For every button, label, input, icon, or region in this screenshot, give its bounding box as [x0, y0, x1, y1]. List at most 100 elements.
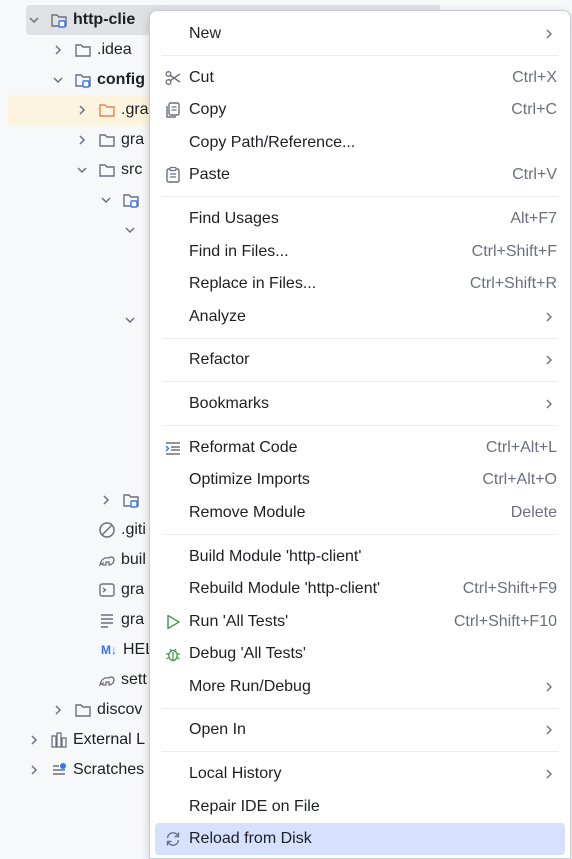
- folder-icon: [98, 131, 116, 149]
- menu-item-shortcut: Delete: [510, 504, 557, 521]
- chevron-right-icon[interactable]: [74, 132, 90, 148]
- chevron-down-icon[interactable]: [122, 312, 138, 328]
- menu-item-label: Refactor: [189, 351, 250, 368]
- menu-item-run-all-tests[interactable]: Run 'All Tests' Ctrl+Shift+F10: [155, 606, 565, 638]
- folder-icon: [98, 161, 116, 179]
- menu-item-refactor[interactable]: Refactor: [155, 344, 565, 376]
- menu-item-cut[interactable]: Cut Ctrl+X: [155, 62, 565, 94]
- menu-item-label: Find Usages: [189, 210, 279, 227]
- clipboard-icon: [163, 165, 183, 185]
- menu-item-reload-from-disk[interactable]: Reload from Disk: [155, 823, 565, 855]
- tree-row-label: gra: [121, 611, 145, 628]
- gradle-icon: [98, 671, 116, 689]
- menu-item-shortcut: Ctrl+Alt+L: [485, 439, 557, 456]
- menu-separator: [162, 196, 558, 197]
- markdown-badge: M↓: [101, 643, 117, 657]
- menu-separator: [162, 751, 558, 752]
- menu-item-label: New: [189, 25, 222, 42]
- menu-item-bookmarks[interactable]: Bookmarks: [155, 388, 565, 420]
- menu-separator: [162, 55, 558, 56]
- gradle-icon: [98, 551, 116, 569]
- chevron-right-icon[interactable]: [26, 762, 42, 778]
- menu-item-local-history[interactable]: Local History: [155, 758, 565, 790]
- menu-item-reformat-code[interactable]: Reformat Code Ctrl+Alt+L: [155, 432, 565, 464]
- run-icon: [163, 612, 183, 632]
- menu-item-label: Reload from Disk: [189, 830, 312, 847]
- module-folder-icon: [122, 191, 140, 209]
- menu-separator: [162, 708, 558, 709]
- copy-icon: [163, 100, 183, 120]
- menu-item-label: Local History: [189, 765, 282, 782]
- context-menu: New Cut Ctrl+X Copy Ctrl+C Copy Path/Ref…: [149, 10, 571, 859]
- menu-item-label: Rebuild Module 'http-client': [189, 580, 381, 597]
- menu-item-label: Cut: [189, 69, 214, 86]
- terminal-icon: [98, 581, 116, 599]
- menu-item-build-module[interactable]: Build Module 'http-client': [155, 541, 565, 573]
- menu-separator: [162, 338, 558, 339]
- tree-row-label: External L: [73, 731, 146, 748]
- excluded-folder-icon: [98, 101, 116, 119]
- menu-item-debug-all-tests[interactable]: Debug 'All Tests': [155, 638, 565, 670]
- chevron-right-icon[interactable]: [26, 732, 42, 748]
- menu-item-open-in[interactable]: Open In: [155, 714, 565, 746]
- menu-item-repair-ide[interactable]: Repair IDE on File: [155, 791, 565, 823]
- menu-item-label: Replace in Files...: [189, 275, 317, 292]
- chevron-right-icon[interactable]: [98, 492, 114, 508]
- text-file-icon: [98, 611, 116, 629]
- tree-row-label: .gra: [121, 101, 149, 118]
- menu-item-label: More Run/Debug: [189, 678, 311, 695]
- menu-item-paste[interactable]: Paste Ctrl+V: [155, 159, 565, 191]
- menu-item-label: Reformat Code: [189, 439, 298, 456]
- menu-item-label: Bookmarks: [189, 395, 270, 412]
- menu-item-remove-module[interactable]: Remove Module Delete: [155, 497, 565, 529]
- tree-row-label: .idea: [97, 41, 132, 58]
- tree-row-label: discov: [97, 701, 143, 718]
- menu-item-label: Repair IDE on File: [189, 798, 320, 815]
- menu-item-label: Run 'All Tests': [189, 613, 289, 630]
- menu-item-shortcut: Ctrl+Shift+R: [469, 275, 557, 292]
- menu-item-shortcut: Ctrl+V: [512, 166, 557, 183]
- folder-icon: [74, 701, 92, 719]
- menu-separator: [162, 425, 558, 426]
- menu-item-new[interactable]: New: [155, 18, 565, 50]
- menu-item-find-in-files[interactable]: Find in Files... Ctrl+Shift+F: [155, 236, 565, 268]
- menu-item-replace-in-files[interactable]: Replace in Files... Ctrl+Shift+R: [155, 268, 565, 300]
- menu-item-more-run-debug[interactable]: More Run/Debug: [155, 671, 565, 703]
- tree-row-label: Scratches: [73, 761, 145, 778]
- menu-item-shortcut: Ctrl+Shift+F10: [453, 613, 557, 630]
- chevron-down-icon[interactable]: [26, 12, 42, 28]
- chevron-right-icon[interactable]: [50, 702, 66, 718]
- chevron-down-icon[interactable]: [122, 222, 138, 238]
- menu-item-find-usages[interactable]: Find Usages Alt+F7: [155, 203, 565, 235]
- submenu-arrow-icon: [546, 399, 552, 409]
- menu-item-copy[interactable]: Copy Ctrl+C: [155, 94, 565, 126]
- submenu-arrow-icon: [546, 355, 552, 365]
- menu-item-copy-path[interactable]: Copy Path/Reference...: [155, 127, 565, 159]
- tree-row-label: .giti: [121, 521, 146, 538]
- submenu-arrow-icon: [546, 725, 552, 735]
- menu-item-shortcut: Ctrl+Shift+F: [471, 243, 557, 260]
- chevron-right-icon[interactable]: [74, 102, 90, 118]
- debug-bug-icon: [163, 644, 183, 664]
- menu-item-label: Open In: [189, 721, 246, 738]
- menu-item-shortcut: Ctrl+X: [512, 69, 557, 86]
- menu-item-label: Copy Path/Reference...: [189, 134, 356, 151]
- menu-item-optimize-imports[interactable]: Optimize Imports Ctrl+Alt+O: [155, 464, 565, 496]
- menu-item-label: Debug 'All Tests': [189, 645, 306, 662]
- chevron-down-icon[interactable]: [98, 192, 114, 208]
- library-icon: [50, 731, 68, 749]
- menu-item-label: Build Module 'http-client': [189, 548, 362, 565]
- menu-item-rebuild-module[interactable]: Rebuild Module 'http-client' Ctrl+Shift+…: [155, 573, 565, 605]
- menu-item-shortcut: Alt+F7: [510, 210, 557, 227]
- menu-item-shortcut: Ctrl+C: [511, 101, 557, 118]
- menu-item-label: Find in Files...: [189, 243, 289, 260]
- chevron-right-icon[interactable]: [50, 42, 66, 58]
- tree-row-label: config: [97, 71, 145, 88]
- chevron-down-icon[interactable]: [74, 162, 90, 178]
- menu-item-analyze[interactable]: Analyze: [155, 301, 565, 333]
- reload-icon: [163, 829, 183, 849]
- chevron-down-icon[interactable]: [50, 72, 66, 88]
- tree-row-label: sett: [121, 671, 147, 688]
- tree-row-label: gra: [121, 131, 145, 148]
- menu-item-shortcut: Ctrl+Alt+O: [482, 471, 557, 488]
